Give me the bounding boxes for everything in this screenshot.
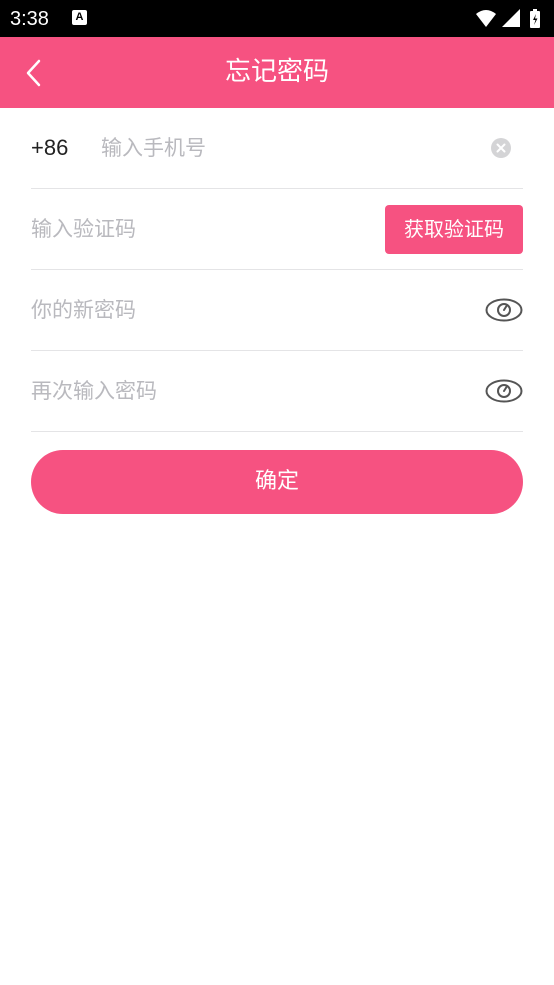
wifi-icon [476, 10, 496, 27]
toggle-confirm-visibility-button[interactable] [485, 378, 523, 404]
country-code[interactable]: +86 [31, 108, 68, 188]
new-password-input[interactable] [31, 290, 461, 330]
get-code-button[interactable]: 获取验证码 [385, 205, 523, 254]
signal-icon [502, 9, 520, 27]
status-bar: 3:38 A [0, 0, 554, 37]
notification-icon: A [72, 10, 87, 25]
app-bar: 忘记密码 [0, 37, 554, 108]
phone-input[interactable] [101, 128, 481, 168]
verification-code-input[interactable] [31, 209, 361, 249]
status-icons [474, 8, 546, 30]
code-row: 获取验证码 [31, 189, 523, 270]
back-button[interactable] [14, 53, 54, 93]
eye-icon [485, 379, 523, 403]
new-password-row [31, 270, 523, 351]
confirm-password-input[interactable] [31, 371, 461, 411]
chevron-left-icon [26, 59, 41, 87]
confirm-password-row [31, 351, 523, 432]
reset-password-form: +86 获取验证码 [31, 108, 523, 432]
toggle-password-visibility-button[interactable] [485, 297, 523, 323]
clear-circle-icon [496, 143, 506, 153]
page-title: 忘记密码 [224, 57, 329, 87]
clear-button[interactable] [491, 138, 511, 158]
eye-icon [485, 298, 523, 322]
confirm-button[interactable]: 确定 [31, 450, 523, 514]
phone-row: +86 [31, 108, 523, 189]
battery-icon [530, 9, 540, 28]
status-time: 3:38 [10, 8, 49, 30]
